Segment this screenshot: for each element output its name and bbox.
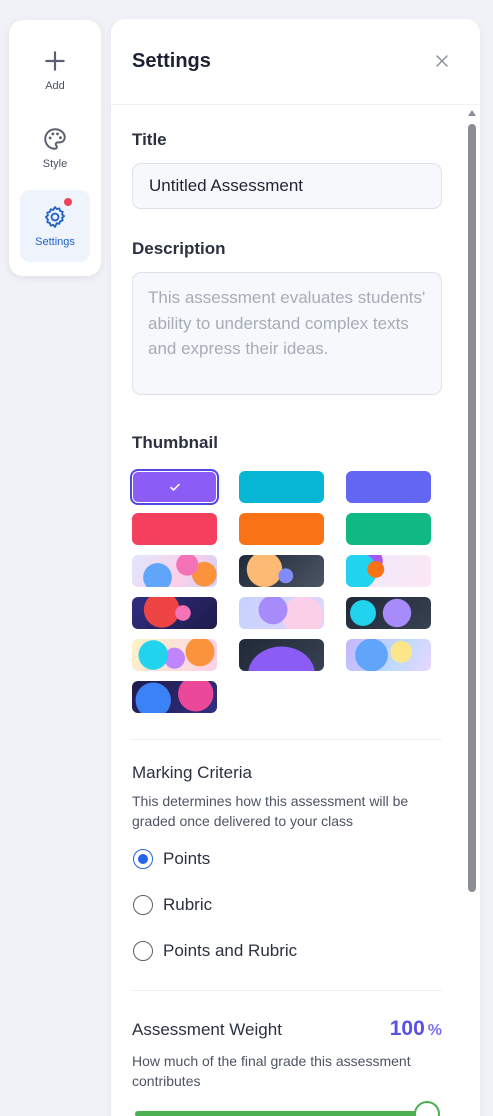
radio-rubric-label: Rubric: [163, 895, 213, 914]
title-label: Title: [132, 130, 167, 149]
divider: [132, 990, 442, 991]
thumbnail-option[interactable]: [130, 469, 219, 505]
close-icon: [436, 55, 448, 67]
radio-rubric-control[interactable]: [133, 895, 153, 915]
settings-panel: Settings Title Untitled Assessment Descr…: [111, 19, 480, 1116]
radio-points-and-rubric[interactable]: Points and Rubric: [132, 940, 297, 962]
panel-title: Settings: [132, 50, 211, 72]
weight-slider-handle[interactable]: [414, 1101, 440, 1116]
title-input[interactable]: Untitled Assessment: [132, 163, 442, 209]
notification-dot: [63, 197, 73, 207]
thumbnail-label: Thumbnail: [132, 433, 218, 452]
description-textarea[interactable]: This assessment evaluates students' abil…: [132, 272, 442, 395]
thumbnail-option[interactable]: [346, 513, 431, 545]
rail-style-button[interactable]: Style: [20, 112, 90, 184]
thumbnail-option[interactable]: [132, 555, 217, 587]
radio-rubric[interactable]: Rubric: [132, 894, 212, 916]
rail-style-label: Style: [42, 158, 68, 170]
radio-points-label: Points: [163, 849, 211, 868]
panel-header: Settings: [111, 19, 480, 105]
assessment-weight-row: Assessment Weight 100%: [132, 1017, 442, 1041]
marking-criteria-label: Marking Criteria: [132, 763, 252, 782]
radio-points-and-rubric-control[interactable]: [133, 941, 153, 961]
rail-add-label: Add: [45, 80, 65, 92]
thumbnail-option[interactable]: [239, 513, 324, 545]
thumbnail-option[interactable]: [132, 639, 217, 671]
gear-icon: [44, 206, 66, 228]
thumbnail-option[interactable]: [346, 555, 431, 587]
description-label: Description: [132, 239, 226, 258]
thumbnail-option[interactable]: [132, 681, 217, 713]
rail-add-button[interactable]: Add: [20, 34, 90, 106]
scroll-up-arrow[interactable]: [468, 110, 476, 116]
thumbnail-option[interactable]: [239, 471, 324, 503]
scrollbar-thumb[interactable]: [468, 124, 476, 892]
close-button[interactable]: [430, 49, 454, 73]
marking-criteria-description: This determines how this assessment will…: [132, 793, 409, 829]
assessment-weight-description: How much of the final grade this assessm…: [132, 1053, 411, 1089]
rail-settings-label: Settings: [35, 236, 75, 248]
thumbnail-grid: [130, 469, 431, 713]
radio-points-and-rubric-label: Points and Rubric: [163, 941, 298, 960]
divider: [132, 739, 442, 740]
palette-icon: [44, 128, 66, 150]
thumbnail-option[interactable]: [346, 597, 431, 629]
weight-slider-track[interactable]: [135, 1111, 427, 1116]
thumbnail-option[interactable]: [132, 597, 217, 629]
side-rail: Add Style Settings: [9, 20, 101, 276]
rail-settings-button[interactable]: Settings: [20, 190, 90, 262]
assessment-weight-unit: %: [427, 1022, 442, 1039]
assessment-weight-value-group: 100%: [390, 1017, 442, 1041]
check-icon: [169, 483, 180, 491]
thumbnail-option[interactable]: [132, 513, 217, 545]
scrollbar[interactable]: [468, 110, 476, 1116]
thumbnail-option[interactable]: [239, 555, 324, 587]
plus-icon: [45, 51, 65, 71]
assessment-weight-label: Assessment Weight: [132, 1020, 282, 1039]
assessment-weight-value: 100: [389, 1017, 425, 1040]
thumbnail-option[interactable]: [346, 639, 431, 671]
radio-points-control[interactable]: [133, 849, 153, 869]
thumbnail-option[interactable]: [239, 597, 324, 629]
thumbnail-option[interactable]: [239, 639, 324, 671]
thumbnail-option[interactable]: [346, 471, 431, 503]
radio-points[interactable]: Points: [132, 848, 210, 870]
